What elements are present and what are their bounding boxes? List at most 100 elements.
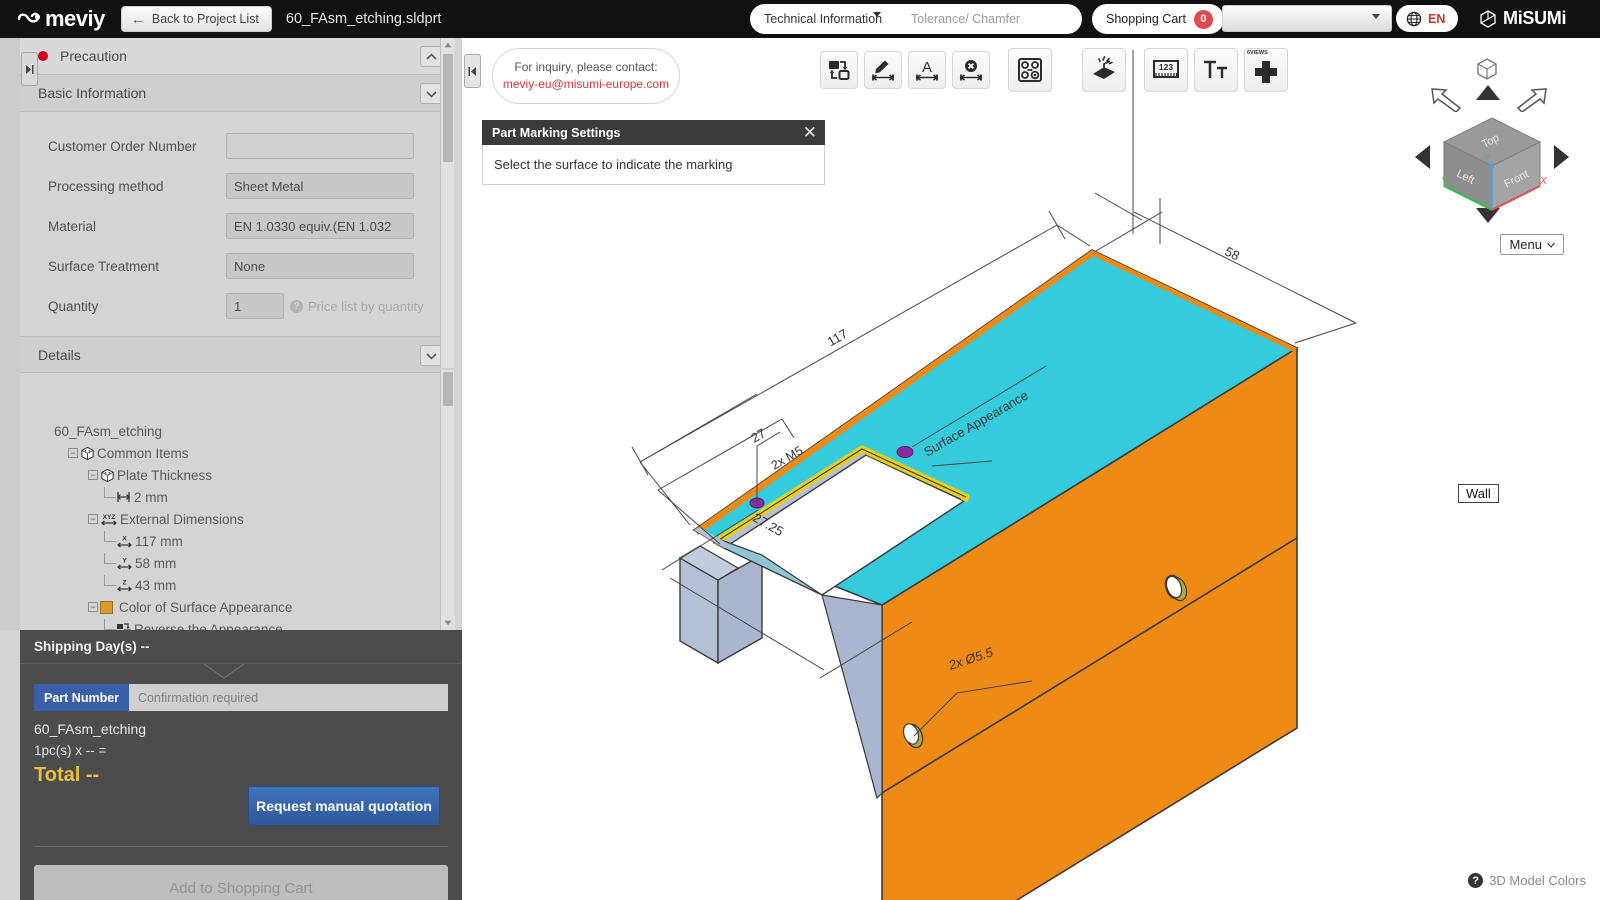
- delete-dimension-tool-button[interactable]: [952, 51, 990, 89]
- dim-27-ref: [639, 393, 758, 463]
- quantity-label: Quantity: [48, 298, 99, 314]
- tree-expander[interactable]: −: [88, 602, 98, 612]
- x-dim-icon: X: [116, 534, 133, 549]
- annotation-wall-callout[interactable]: Wall: [1458, 484, 1499, 503]
- back-to-project-list-button[interactable]: ← Back to Project List: [120, 6, 272, 32]
- tree-expander[interactable]: −: [68, 448, 78, 458]
- sidebar-collapse-toggle[interactable]: [21, 52, 38, 86]
- 3d-model-colors-legend[interactable]: ? 3D Model Colors: [1468, 873, 1586, 888]
- part-name: 60_FAsm_etching: [34, 721, 147, 737]
- add-to-shopping-cart-button[interactable]: Add to Shopping Cart: [34, 865, 448, 900]
- bend-tool-button[interactable]: [1082, 48, 1126, 92]
- width-dim-icon: [116, 491, 132, 503]
- tree-label: 43 mm: [135, 577, 177, 593]
- tree-item-common-items[interactable]: − Common Items: [38, 442, 454, 464]
- hole-pattern-tool-button[interactable]: [1008, 48, 1052, 92]
- home-cube-icon[interactable]: [1474, 56, 1500, 82]
- tree-scrollbar[interactable]: [440, 370, 455, 630]
- account-select[interactable]: [1222, 5, 1392, 32]
- a-dimension-icon: A: [915, 59, 939, 81]
- tree-connector: [104, 574, 116, 586]
- shipping-days-bar: Shipping Day(s) --: [20, 630, 462, 664]
- tree-item-dim-z[interactable]: Z 43 mm: [38, 574, 454, 596]
- material-select[interactable]: EN 1.0330 equiv.(EN 1.032...: [226, 213, 414, 239]
- dim-117-ext-b: [1056, 224, 1091, 247]
- basic-information-collapse-toggle[interactable]: [420, 83, 442, 104]
- surface-treatment-label: Surface Treatment: [48, 258, 160, 274]
- view-cube[interactable]: Top Left Front Y X Z: [1436, 114, 1548, 220]
- svg-text:123: 123: [1159, 62, 1173, 72]
- processing-method-label: Processing method: [48, 178, 164, 194]
- view-menu-button[interactable]: Menu: [1500, 234, 1564, 255]
- reverse-appearance-tool-button[interactable]: [820, 51, 858, 89]
- six-views-tool-button[interactable]: 6VIEWS: [1244, 48, 1288, 92]
- shopping-cart-button[interactable]: Shopping Cart 0: [1092, 4, 1224, 34]
- processing-method-select[interactable]: Sheet Metal: [226, 173, 414, 199]
- 3d-viewport[interactable]: For inquiry, please contact: meviy-eu@mi…: [462, 38, 1600, 900]
- rotate-up-arrow-icon[interactable]: [1475, 84, 1501, 102]
- scroll-up-button[interactable]: [441, 38, 455, 52]
- request-manual-quotation-button[interactable]: Request manual quotation: [248, 786, 440, 826]
- tree-scroll-thumb[interactable]: [443, 372, 453, 406]
- misumi-brand: MiSUMi: [1478, 8, 1567, 29]
- dialog-header: Part Marking Settings ✕: [482, 120, 825, 145]
- details-collapse-toggle[interactable]: [420, 345, 442, 366]
- tree-item-thickness-value[interactable]: 2 mm: [38, 486, 454, 508]
- svg-text:Y: Y: [122, 557, 127, 564]
- tree-root[interactable]: 60_FAsm_etching: [38, 420, 454, 442]
- tree-label: Common Items: [97, 445, 189, 461]
- tree-expander[interactable]: −: [88, 514, 98, 524]
- tree-item-external-dimensions[interactable]: − XYZ External Dimensions: [38, 508, 454, 530]
- rotate-cw-arrow-icon[interactable]: [1516, 86, 1550, 112]
- text-size-icon: [1204, 60, 1227, 78]
- form-scroll-thumb[interactable]: [443, 54, 453, 162]
- tree-item-dim-x[interactable]: X 117 mm: [38, 530, 454, 552]
- tree-item-plate-thickness[interactable]: − Plate Thickness: [38, 464, 454, 486]
- tree-expander[interactable]: −: [88, 470, 98, 480]
- customer-order-number-input[interactable]: [226, 133, 414, 159]
- dim-58-tick-a: [1094, 192, 1143, 221]
- toolbar-group-dimensions: A: [820, 51, 990, 89]
- section-details[interactable]: Details: [20, 336, 454, 373]
- tree-item-dim-y[interactable]: Y 58 mm: [38, 552, 454, 574]
- model-front-leg-inner[interactable]: [821, 594, 883, 800]
- reverse-appearance-icon: [829, 61, 850, 80]
- edit-dimension-tool-button[interactable]: [864, 51, 902, 89]
- search-input[interactable]: [901, 5, 1082, 33]
- document-title: 60_FAsm_etching.sldprt: [285, 11, 442, 27]
- precaution-collapse-toggle[interactable]: [420, 46, 442, 67]
- dim-58-ext: [1294, 322, 1357, 344]
- rotate-ccw-arrow-icon[interactable]: [1428, 86, 1462, 112]
- tap-marker-back[interactable]: [896, 446, 914, 458]
- form-scrollbar[interactable]: [440, 38, 455, 368]
- quantity-select[interactable]: 1: [226, 293, 284, 319]
- viewport-toolbar: A 123 6VIEWS: [820, 48, 1288, 92]
- 3d-model-colors-label: 3D Model Colors: [1489, 873, 1586, 888]
- search-category-select[interactable]: Technical Information: [750, 5, 901, 33]
- language-button[interactable]: EN: [1396, 5, 1459, 32]
- tree-connector: [104, 486, 116, 498]
- globe-icon: [1406, 11, 1422, 26]
- view-cube-widget[interactable]: Top Left Front Y X Z Menu: [1412, 56, 1572, 255]
- surface-treatment-select[interactable]: None: [226, 253, 414, 279]
- rotate-right-arrow-icon[interactable]: [1552, 144, 1570, 170]
- rotate-left-arrow-icon[interactable]: [1414, 144, 1432, 170]
- section-basic-information[interactable]: Basic Information: [20, 75, 454, 112]
- text-dimension-tool-button[interactable]: A: [908, 51, 946, 89]
- dim-117-ext-a: [639, 461, 691, 526]
- section-precaution[interactable]: Precaution: [20, 38, 454, 75]
- tree-label: 2 mm: [134, 489, 168, 505]
- viewport-panel-toggle[interactable]: [464, 54, 481, 88]
- tree-item-color-of-surface-appearance[interactable]: − Color of Surface Appearance: [38, 596, 454, 618]
- left-sidebar: Precaution Basic Information Customer Or…: [0, 38, 462, 900]
- basic-information-form: Customer Order Number Processing method …: [20, 112, 454, 336]
- scroll-down-button[interactable]: [441, 616, 455, 630]
- measure-tool-button[interactable]: 123: [1144, 48, 1188, 92]
- price-list-link[interactable]: ? Price list by quantity: [290, 299, 424, 314]
- z-dim-icon: Z: [116, 578, 133, 593]
- meviy-logo-text: meviy: [45, 6, 105, 31]
- meviy-logo[interactable]: meviy: [16, 6, 105, 32]
- help-icon: ?: [290, 299, 303, 313]
- part-marking-tool-button[interactable]: [1194, 48, 1238, 92]
- close-icon[interactable]: ✕: [803, 124, 817, 141]
